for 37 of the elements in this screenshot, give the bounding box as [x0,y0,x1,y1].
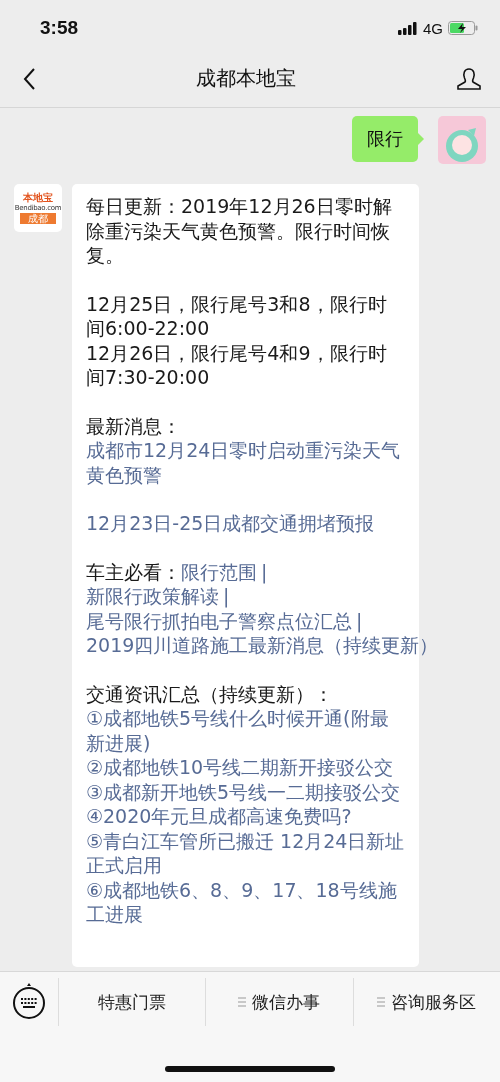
status-time: 3:58 [40,17,79,39]
avatar [438,116,486,164]
link[interactable]: 2019四川道路施工最新消息（持续更新） [86,634,439,656]
link[interactable]: ⑥成都地铁6、8、9、17、18号线施工进展 [86,877,405,927]
profile-icon[interactable] [456,66,482,91]
link[interactable]: ④2020年元旦成都高速免费吗? [86,804,405,829]
message-text: 12月25日，限行尾号3和8，限行时间6:00-22:00 [86,291,388,341]
link[interactable]: ⑤青白江车管所已搬迁 12月24日新址正式启用 [86,828,405,878]
logo-badge: 成都 [20,213,56,224]
message-text: 12月26日，限行尾号4和9，限行时间7:30-20:00 [86,340,388,390]
bubble-tail [418,133,424,145]
submenu-icon [238,997,247,1007]
logo-text: 本地宝 [23,192,53,203]
menu-button[interactable]: 咨询服务区 [352,978,500,1026]
menu-button[interactable]: 特惠门票 [58,978,206,1026]
message-text: 车主必看： [86,560,181,583]
separator: | [223,585,230,607]
network-label: 4G [423,19,443,37]
link[interactable]: ①成都地铁5号线什么时候开通(附最新进展) [86,706,405,755]
separator: | [261,560,268,583]
link[interactable]: 限行范围 [181,560,257,583]
link[interactable]: 尾号限行抓拍电子警察点位汇总 [86,609,352,632]
sent-message: 限行 [352,116,418,162]
link[interactable]: 12月23日-25日成都交通拥堵预报 [86,511,405,536]
separator: | [356,609,363,632]
link[interactable]: 成都市12月24日零时启动重污染天气黄色预警 [86,438,405,487]
menu-button[interactable]: 微信办事 [205,978,353,1026]
back-icon[interactable] [22,66,36,91]
signal-icon [398,21,418,35]
message-text: 每日更新：2019年12月26日零时解除重污染天气黄色预警。限行时间恢复。 [86,194,393,268]
chat-title: 成都本地宝 [196,65,296,92]
message-text: 最新消息： [86,413,182,438]
link[interactable]: ③成都新开地铁5号线一二期接驳公交 [86,779,405,804]
submenu-icon [377,997,386,1007]
link[interactable]: 新限行政策解读 [86,585,219,607]
link[interactable]: ②成都地铁10号线二期新开接驳公交 [86,755,405,780]
message-text: 交通资讯汇总（持续更新）： [86,681,334,706]
